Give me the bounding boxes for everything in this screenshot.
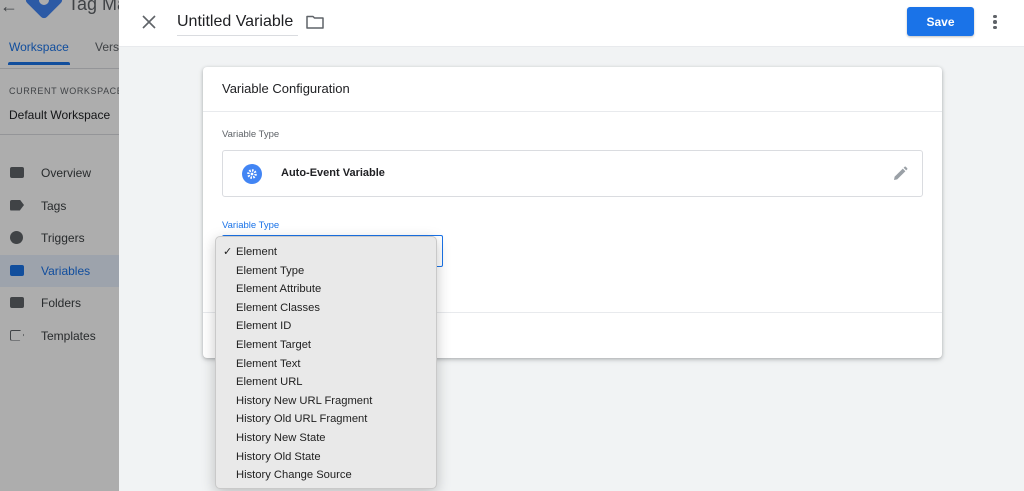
save-button[interactable]: Save: [907, 7, 974, 36]
close-icon: [142, 15, 156, 29]
variable-type-section-label: Variable Type: [222, 129, 280, 140]
dropdown-option[interactable]: Element Type: [216, 262, 436, 281]
dropdown-option[interactable]: History Old State: [216, 448, 436, 467]
dropdown-option[interactable]: History New URL Fragment: [216, 392, 436, 411]
folder-outline-icon: [306, 15, 324, 29]
dropdown-option[interactable]: Element Target: [216, 336, 436, 355]
dropdown-option[interactable]: History Change Source: [216, 466, 436, 485]
more-options-icon[interactable]: [985, 10, 1005, 34]
gear-icon: [242, 164, 262, 184]
divider: [203, 111, 942, 112]
variable-name-field[interactable]: Untitled Variable: [177, 11, 298, 36]
dropdown-option[interactable]: Element Attribute: [216, 280, 436, 299]
dropdown-option[interactable]: Element ID: [216, 317, 436, 336]
pencil-icon[interactable]: [891, 165, 909, 183]
close-button[interactable]: [137, 10, 161, 34]
variable-type-name: Auto-Event Variable: [281, 167, 385, 179]
dropdown-option[interactable]: Element URL: [216, 373, 436, 392]
panel-header: Untitled Variable Save: [119, 0, 1024, 47]
dropdown-option[interactable]: Element Text: [216, 355, 436, 374]
folder-button[interactable]: [305, 12, 325, 32]
card-title: Variable Configuration: [222, 81, 350, 96]
dropdown-option[interactable]: History New State: [216, 429, 436, 448]
variable-type-field-label: Variable Type: [222, 220, 280, 231]
checkmark-icon: ✓: [223, 246, 233, 258]
variable-type-selector[interactable]: Auto-Event Variable: [222, 150, 923, 197]
dropdown-option[interactable]: History Old URL Fragment: [216, 410, 436, 429]
dropdown-option[interactable]: ✓ Element: [216, 243, 436, 262]
variable-type-dropdown: ✓ Element Element Type Element Attribute …: [215, 236, 437, 489]
dropdown-option[interactable]: Element Classes: [216, 299, 436, 318]
